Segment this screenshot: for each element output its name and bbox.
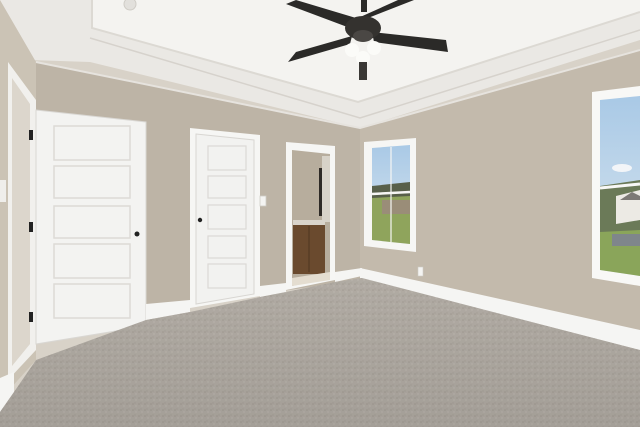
center-window <box>364 138 416 252</box>
room-scene <box>0 0 640 427</box>
door-knob <box>134 231 140 237</box>
bathroom-doorway <box>286 142 335 290</box>
left-closet-door <box>29 109 147 345</box>
right-window <box>592 86 640 286</box>
door-knob <box>197 217 203 223</box>
center-door <box>190 128 260 308</box>
light-switch <box>259 195 267 207</box>
wall-outlet <box>417 266 424 277</box>
fan-light <box>367 41 381 55</box>
